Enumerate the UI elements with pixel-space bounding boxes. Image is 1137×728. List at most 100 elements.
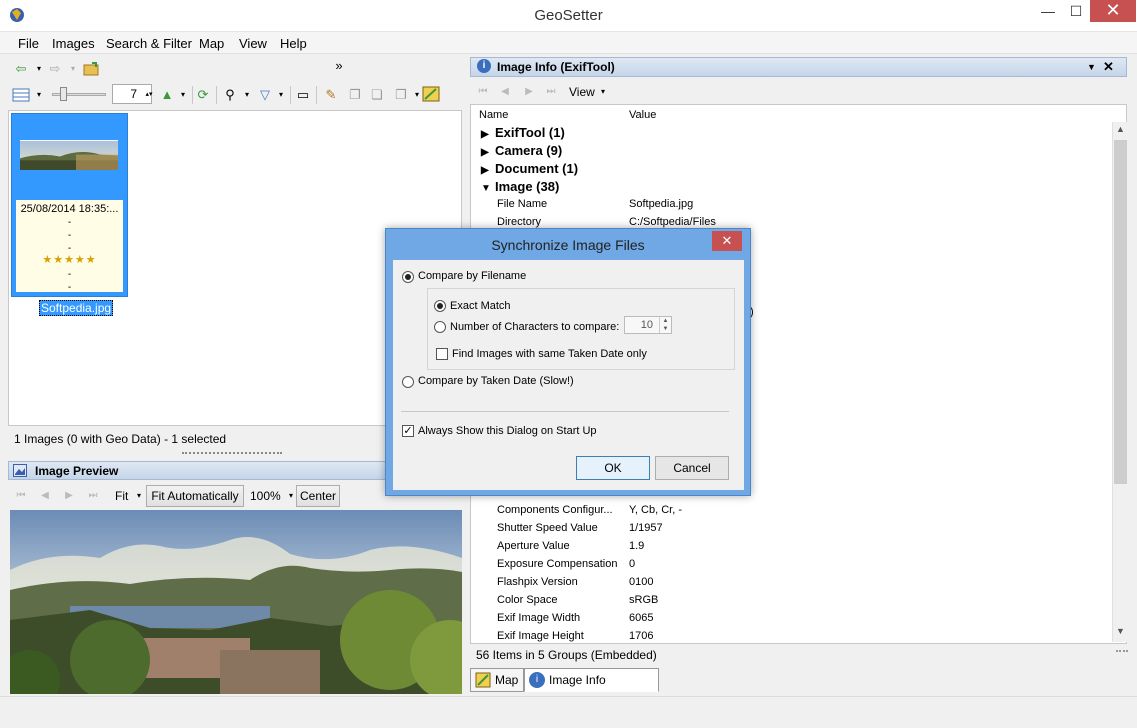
binoculars-icon[interactable]: ⚲	[221, 87, 239, 103]
row-name: Exif Image Width	[497, 612, 581, 624]
forward-dropdown-icon[interactable]: ▾	[64, 61, 82, 77]
view-mode-dropdown-icon[interactable]: ▾	[30, 87, 48, 103]
scrollbar-thumb[interactable]	[1114, 140, 1127, 484]
fit-automatically-button[interactable]: Fit Automatically	[146, 485, 244, 507]
num-chars-label[interactable]: Number of Characters to compare:	[450, 321, 619, 333]
dialog-body: Compare by Filename Exact Match Number o…	[393, 260, 744, 490]
toolbar-separator	[216, 86, 217, 104]
spinner-arrows-icon[interactable]: ▲ ▼	[659, 317, 671, 333]
resize-grip-icon[interactable]	[1116, 650, 1128, 662]
minimize-button[interactable]: —	[1034, 0, 1062, 22]
view-dropdown-icon[interactable]: ▾	[594, 84, 612, 100]
cancel-button[interactable]: Cancel	[655, 456, 729, 480]
menu-map[interactable]: Map	[199, 36, 224, 51]
column-header-value[interactable]: Value	[629, 109, 656, 121]
vertical-scrollbar[interactable]: ▲ ▼	[1112, 122, 1127, 642]
scroll-down-icon[interactable]: ▼	[1113, 626, 1128, 636]
exact-match-label[interactable]: Exact Match	[450, 300, 511, 312]
thumbnail-field: -	[67, 282, 72, 293]
last-item-icon[interactable]: ⏭	[542, 84, 560, 100]
collapsed-arrow-icon[interactable]: ▶	[481, 129, 495, 140]
same-date-checkbox[interactable]	[436, 348, 448, 360]
thumbnail-filename[interactable]: Softpedia.jpg	[39, 300, 114, 316]
next-item-icon[interactable]: ▶	[520, 84, 538, 100]
view-mode-icon[interactable]	[12, 87, 30, 103]
menu-search-filter[interactable]: Search & Filter	[106, 36, 192, 51]
row-name: File Name	[497, 198, 548, 210]
num-chars-radio[interactable]	[434, 321, 446, 333]
same-date-label[interactable]: Find Images with same Taken Date only	[452, 348, 647, 360]
menu-images[interactable]: Images	[52, 36, 95, 51]
group-camera[interactable]: ▶ Camera (9)	[481, 143, 562, 158]
first-image-icon[interactable]: ⏮	[12, 488, 30, 504]
filter-dropdown-icon[interactable]: ▾	[272, 87, 290, 103]
dialog-close-button[interactable]: ✕	[712, 231, 742, 251]
scroll-up-icon[interactable]: ▲	[1113, 124, 1128, 134]
close-button[interactable]: ✕	[1090, 0, 1136, 22]
row-value: 0	[629, 558, 636, 570]
paste-icon[interactable]: ❏	[368, 87, 386, 103]
tab-map[interactable]: Map	[470, 668, 524, 692]
menu-view[interactable]: View	[239, 36, 267, 51]
search-dropdown-icon[interactable]: ▾	[238, 87, 256, 103]
group-image[interactable]: ▼ Image (38)	[481, 179, 559, 194]
forward-arrow-icon[interactable]: ⇨	[46, 61, 64, 77]
group-document[interactable]: ▶ Document (1)	[481, 161, 578, 176]
preview-image[interactable]	[10, 510, 462, 694]
column-header-name[interactable]: Name	[479, 109, 508, 121]
ok-button[interactable]: OK	[576, 456, 650, 480]
panel-menu-icon[interactable]: ▼	[1087, 59, 1096, 76]
preview-title: Image Preview	[35, 464, 119, 478]
splitter-grip[interactable]	[182, 452, 282, 456]
thumbnail-field: -	[67, 217, 72, 228]
first-item-icon[interactable]: ⏮	[474, 84, 492, 100]
compare-filename-radio[interactable]	[402, 271, 414, 283]
info-icon: i	[477, 59, 491, 73]
toolbar-separator	[316, 86, 317, 104]
zoom-level[interactable]: 100%	[250, 489, 281, 503]
copy-icon[interactable]: ❐	[346, 87, 364, 103]
next-image-icon[interactable]: ▶	[60, 488, 78, 504]
expanded-arrow-icon[interactable]: ▼	[481, 183, 495, 194]
exact-match-radio[interactable]	[434, 300, 446, 312]
google-earth-icon[interactable]	[422, 86, 440, 102]
collapsed-arrow-icon[interactable]: ▶	[481, 165, 495, 176]
thumbnail-field: -	[67, 269, 72, 280]
compare-date-radio[interactable]	[402, 376, 414, 388]
tab-image-info[interactable]: i Image Info (ExifTool)	[524, 668, 659, 709]
edit-data-icon[interactable]: ▭	[294, 87, 312, 103]
open-folder-icon[interactable]	[82, 61, 100, 77]
row-value: 1706	[629, 630, 654, 642]
menu-file[interactable]: File	[18, 36, 39, 51]
toolbar-separator	[192, 86, 193, 104]
thumb-size-slider-handle[interactable]	[60, 87, 67, 101]
back-arrow-icon[interactable]: ⇦	[12, 61, 30, 77]
view-dropdown[interactable]: View	[569, 85, 595, 99]
num-chars-spinner[interactable]: 10 ▲ ▼	[624, 316, 672, 334]
menu-bar: File Images Search & Filter Map View Hel…	[0, 32, 1137, 54]
center-button[interactable]: Center	[296, 485, 340, 507]
menu-help[interactable]: Help	[280, 36, 307, 51]
maximize-button[interactable]: ☐	[1062, 0, 1090, 22]
compare-date-label[interactable]: Compare by Taken Date (Slow!)	[418, 375, 574, 387]
fit-dropdown[interactable]: Fit	[115, 489, 128, 503]
panel-close-icon[interactable]: ✕	[1103, 58, 1114, 75]
thumbnail-item[interactable]: 25/08/2014 18:35:... - - - ★★★★★ - -	[11, 113, 128, 297]
collapsed-arrow-icon[interactable]: ▶	[481, 147, 495, 158]
row-name: Shutter Speed Value	[497, 522, 598, 534]
refresh-icon[interactable]: ⟳	[194, 87, 212, 103]
last-image-icon[interactable]: ⏭	[84, 488, 102, 504]
previous-item-icon[interactable]: ◀	[496, 84, 514, 100]
edit-folder-icon[interactable]: ✎	[322, 87, 340, 103]
toolbar-separator	[290, 86, 291, 104]
landscape-photo	[10, 510, 462, 694]
always-show-checkbox[interactable]: ✓	[402, 425, 414, 437]
toolbar-overflow-icon[interactable]: »	[330, 58, 348, 74]
spinner-arrows-icon[interactable]: ▴▾	[140, 87, 158, 103]
compare-filename-label[interactable]: Compare by Filename	[418, 270, 526, 282]
always-show-label[interactable]: Always Show this Dialog on Start Up	[418, 425, 597, 437]
window-status-bar	[0, 696, 1137, 728]
geotag-dropdown-icon[interactable]: ▾	[174, 87, 192, 103]
group-exiftool[interactable]: ▶ ExifTool (1)	[481, 125, 565, 140]
previous-image-icon[interactable]: ◀	[36, 488, 54, 504]
